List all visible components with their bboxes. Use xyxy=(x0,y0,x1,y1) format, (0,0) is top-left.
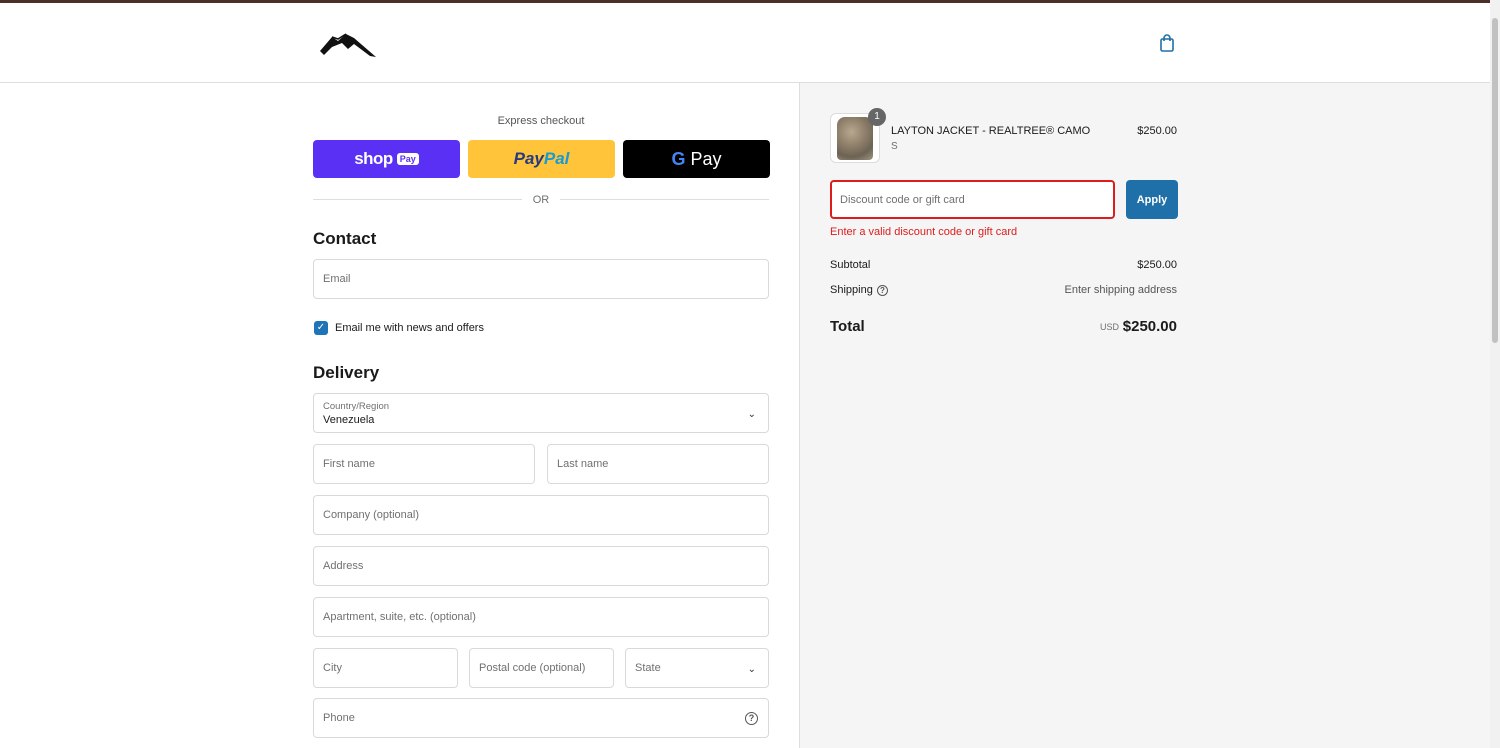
discount-code-input[interactable]: Discount code or gift card xyxy=(830,180,1115,219)
paypal-wordmark: PayPal xyxy=(514,149,570,169)
phone-placeholder: Phone xyxy=(323,712,355,724)
or-divider-text: OR xyxy=(532,194,550,206)
phone-field[interactable]: Phone ? xyxy=(313,698,769,738)
shipping-value: Enter shipping address xyxy=(1064,284,1177,296)
paypal-wordmark-pal: Pal xyxy=(543,149,570,168)
delivery-title: Delivery xyxy=(313,363,380,382)
question-circle-icon[interactable]: ? xyxy=(745,712,758,725)
address-field[interactable]: Address xyxy=(313,546,769,586)
first-name-placeholder: First name xyxy=(323,458,375,470)
newsletter-checkbox[interactable]: ✓ xyxy=(314,321,328,335)
contact-title: Contact xyxy=(313,229,377,248)
total-value: $250.00 xyxy=(1122,318,1177,335)
header xyxy=(0,3,1490,83)
mountain-logo[interactable] xyxy=(318,29,378,61)
email-field[interactable]: Email xyxy=(313,259,769,299)
shop-pay-badge: Pay xyxy=(396,153,419,165)
question-circle-icon[interactable]: ? xyxy=(877,285,888,296)
paypal-wordmark-pay: Pay xyxy=(513,149,544,168)
quantity-badge: 1 xyxy=(868,108,886,126)
city-field[interactable]: City xyxy=(313,648,458,688)
shipping-label: Shipping xyxy=(830,284,873,296)
state-placeholder: State xyxy=(635,662,661,674)
discount-placeholder: Discount code or gift card xyxy=(840,193,965,206)
product-variant: S xyxy=(891,141,898,152)
postal-code-field[interactable]: Postal code (optional) xyxy=(469,648,614,688)
newsletter-label: Email me with news and offers xyxy=(335,322,484,334)
shop-pay-button[interactable]: shop Pay xyxy=(313,140,460,178)
google-pay-text: Pay xyxy=(690,148,722,169)
shop-pay-wordmark: shop xyxy=(354,149,393,168)
google-pay-button[interactable]: G Pay xyxy=(623,140,770,178)
total-label: Total xyxy=(830,318,865,335)
discount-error-message: Enter a valid discount code or gift card xyxy=(830,226,1018,238)
shopping-bag-icon[interactable] xyxy=(1158,33,1176,53)
email-placeholder: Email xyxy=(323,273,351,285)
total-currency: USD xyxy=(1100,322,1120,332)
company-placeholder: Company (optional) xyxy=(323,509,419,521)
apply-discount-button[interactable]: Apply xyxy=(1126,180,1178,219)
paypal-button[interactable]: PayPal xyxy=(468,140,615,178)
country-label: Country/Region xyxy=(323,401,390,412)
last-name-placeholder: Last name xyxy=(557,458,609,470)
country-value: Venezuela xyxy=(323,414,375,426)
product-name: LAYTON JACKET - REALTREE® CAMO xyxy=(891,125,1091,137)
google-g-icon: G xyxy=(671,148,686,169)
postal-code-placeholder: Postal code (optional) xyxy=(479,662,586,674)
subtotal-value: $250.00 xyxy=(1137,259,1177,271)
subtotal-label: Subtotal xyxy=(830,259,871,271)
chevron-down-icon: ⌄ xyxy=(747,664,756,675)
divider-right xyxy=(560,199,769,200)
first-name-field[interactable]: First name xyxy=(313,444,535,484)
scrollbar-thumb[interactable] xyxy=(1492,18,1498,343)
divider-left xyxy=(313,199,522,200)
last-name-field[interactable]: Last name xyxy=(547,444,769,484)
country-select[interactable]: Country/Region Venezuela ⌄ xyxy=(313,393,769,433)
city-placeholder: City xyxy=(323,662,342,674)
product-price: $250.00 xyxy=(1137,125,1177,137)
apartment-field[interactable]: Apartment, suite, etc. (optional) xyxy=(313,597,769,637)
address-placeholder: Address xyxy=(323,560,364,572)
state-select[interactable]: State ⌄ xyxy=(625,648,769,688)
chevron-down-icon: ⌄ xyxy=(747,409,756,420)
google-pay-wordmark: G Pay xyxy=(671,149,721,170)
jacket-image xyxy=(837,117,873,160)
apartment-placeholder: Apartment, suite, etc. (optional) xyxy=(323,611,476,623)
company-field[interactable]: Company (optional) xyxy=(313,495,769,535)
express-checkout-label: Express checkout xyxy=(497,115,585,127)
